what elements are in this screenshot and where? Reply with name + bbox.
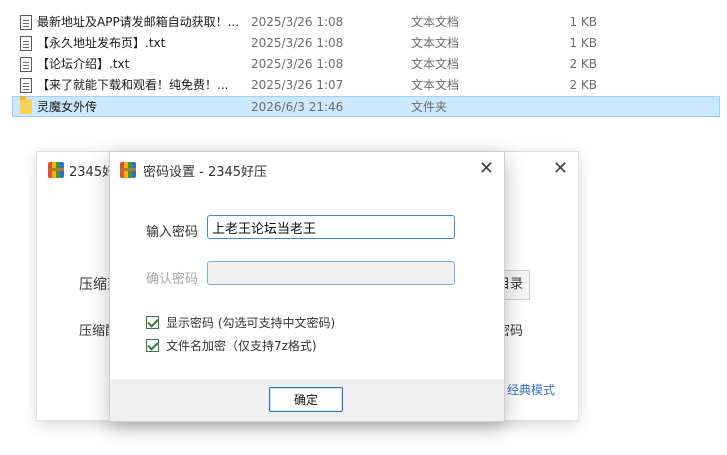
text-file-icon xyxy=(20,36,32,51)
encrypt-filenames-label: 文件名加密（仅支持7z格式) xyxy=(166,338,317,353)
confirm-password-label: 确认密码 xyxy=(146,272,199,287)
file-date: 2025/3/26 1:07 xyxy=(251,78,344,92)
password-input[interactable] xyxy=(207,215,455,239)
file-row[interactable]: 最新地址及APP请发邮箱自动获取！... 2025/3/26 1:08 文本文档… xyxy=(0,12,727,33)
file-date: 2026/6/3 21:46 xyxy=(251,100,344,114)
file-list: 最新地址及APP请发邮箱自动获取！... 2025/3/26 1:08 文本文档… xyxy=(0,12,727,117)
file-type: 文件夹 xyxy=(411,100,448,114)
compress-to-label: 压缩到 xyxy=(79,277,109,293)
show-password-label: 显示密码 (勾选可支持中文密码) xyxy=(166,315,336,330)
password-label: 输入密码 xyxy=(146,225,199,240)
classic-mode-link[interactable]: 经典模式 xyxy=(503,381,555,398)
dialog-title-bar[interactable]: 密码设置 - 2345好压 ✕ xyxy=(110,152,504,186)
dialog-title: 密码设置 - 2345好压 xyxy=(143,165,268,180)
file-name: 【来了就能下载和观看！纯免费！... xyxy=(37,78,229,92)
text-file-icon xyxy=(20,78,32,93)
text-file-icon xyxy=(20,15,32,30)
encrypt-filenames-checkbox-row[interactable]: 文件名加密（仅支持7z格式) xyxy=(146,337,317,353)
file-date: 2025/3/26 1:08 xyxy=(251,57,344,71)
file-type: 文本文档 xyxy=(411,15,460,29)
file-size: 2 KB xyxy=(569,78,597,92)
show-password-checkbox[interactable] xyxy=(146,315,159,329)
encrypt-filenames-checkbox[interactable] xyxy=(146,338,159,352)
haozip-logo-icon xyxy=(48,162,64,178)
folder-icon xyxy=(20,96,32,114)
file-type: 文本文档 xyxy=(411,36,460,50)
show-password-checkbox-row[interactable]: 显示密码 (勾选可支持中文密码) xyxy=(146,314,335,330)
file-name: 灵魔女外传 xyxy=(37,100,98,114)
file-row[interactable]: 【论坛介绍】.txt 2025/3/26 1:08 文本文档 2 KB xyxy=(0,54,727,75)
ok-button[interactable]: 确定 xyxy=(269,387,343,412)
file-type: 文本文档 xyxy=(411,78,460,92)
file-size: 1 KB xyxy=(569,15,597,29)
haozip-logo-icon xyxy=(120,162,136,178)
file-name: 最新地址及APP请发邮箱自动获取！... xyxy=(37,15,240,29)
close-icon[interactable]: ✕ xyxy=(553,160,568,178)
file-row[interactable]: 【永久地址发布页】.txt 2025/3/26 1:08 文本文档 1 KB xyxy=(0,33,727,54)
file-name: 【论坛介绍】.txt xyxy=(37,57,130,71)
file-size: 1 KB xyxy=(569,36,597,50)
text-file-icon xyxy=(20,57,32,72)
compress-config-label: 压缩配置 xyxy=(79,324,109,339)
file-name: 【永久地址发布页】.txt xyxy=(37,36,166,50)
confirm-password-input[interactable] xyxy=(207,261,455,285)
password-label[interactable]: 密码 xyxy=(503,320,523,339)
password-dialog: 密码设置 - 2345好压 ✕ 输入密码 确认密码 显示密码 (勾选可支持中文密… xyxy=(110,152,504,421)
folder-row-selected[interactable]: 灵魔女外传 2026/6/3 21:46 文件夹 xyxy=(12,96,720,117)
dialog-footer: 确定 xyxy=(110,379,504,421)
compress-window-title: 2345好压 xyxy=(69,165,109,180)
file-row[interactable]: 【来了就能下载和观看！纯免费！... 2025/3/26 1:07 文本文档 2… xyxy=(0,75,727,96)
file-date: 2025/3/26 1:08 xyxy=(251,15,344,29)
file-size: 2 KB xyxy=(569,57,597,71)
file-date: 2025/3/26 1:08 xyxy=(251,36,344,50)
close-icon[interactable]: ✕ xyxy=(479,160,494,178)
file-type: 文本文档 xyxy=(411,57,460,71)
